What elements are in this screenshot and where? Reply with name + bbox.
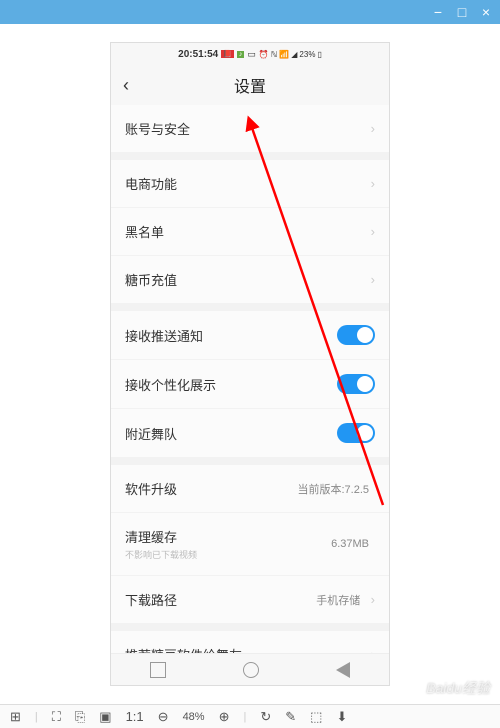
- setting-label: 下载路径: [125, 590, 177, 609]
- setting-blacklist[interactable]: 黑名单 ›: [111, 208, 389, 255]
- recent-apps-button[interactable]: [150, 662, 166, 678]
- close-button[interactable]: ×: [480, 6, 492, 18]
- setting-label: 推荐糖豆软件给舞友: [125, 645, 242, 653]
- setting-label: 接收推送通知: [125, 326, 203, 345]
- setting-push-notification[interactable]: 接收推送通知: [111, 311, 389, 359]
- status-right-icons: ⏰ ℕ 📶 ◢ 23% ▯: [259, 50, 322, 59]
- setting-account-security[interactable]: 账号与安全 ›: [111, 105, 389, 152]
- setting-label: 账号与安全: [125, 119, 190, 138]
- battery-icon: ▯: [317, 50, 321, 59]
- image-viewer-area: 20:51:54 📕 ♪ ▭ ⏰ ℕ 📶 ◢ 23% ▯ ‹ 设置 账号与安全 …: [0, 24, 500, 704]
- rotate-icon[interactable]: ↻: [260, 709, 271, 725]
- toggle-switch[interactable]: [337, 374, 375, 394]
- setting-label: 糖币充值: [125, 270, 177, 289]
- watermark: Baidu经验: [426, 678, 490, 698]
- app-header: ‹ 设置: [111, 65, 389, 105]
- setting-label: 电商功能: [125, 174, 177, 193]
- minimize-button[interactable]: −: [432, 6, 444, 18]
- chevron-right-icon: ›: [371, 224, 375, 239]
- maximize-button[interactable]: □: [456, 6, 468, 18]
- setting-download-path[interactable]: 下载路径 手机存储 ›: [111, 576, 389, 623]
- setting-label: 软件升级: [125, 479, 177, 498]
- download-icon[interactable]: ⬇: [336, 709, 347, 725]
- setting-recommend[interactable]: 推荐糖豆软件给舞友 ›: [111, 631, 389, 653]
- setting-personalized[interactable]: 接收个性化展示: [111, 360, 389, 408]
- settings-list: 账号与安全 › 电商功能 › 黑名单 › 糖币充值 › 接收推送通知 接收个性化…: [111, 105, 389, 653]
- back-nav-button[interactable]: [336, 662, 350, 678]
- setting-nearby[interactable]: 附近舞队: [111, 409, 389, 457]
- setting-sublabel: 不影响已下载视频: [125, 548, 197, 561]
- status-gallery-icon: ▭: [247, 49, 256, 60]
- chevron-right-icon: ›: [371, 121, 375, 136]
- home-button[interactable]: [243, 662, 259, 678]
- chevron-right-icon: ›: [371, 176, 375, 191]
- back-button[interactable]: ‹: [123, 75, 129, 96]
- zoom-in-icon[interactable]: ⊕: [219, 709, 230, 725]
- fit-icon[interactable]: ▣: [99, 709, 111, 725]
- toggle-switch[interactable]: [337, 325, 375, 345]
- chevron-right-icon: ›: [371, 592, 375, 607]
- divider: |: [244, 711, 247, 723]
- setting-label: 黑名单: [125, 222, 164, 241]
- page-title: 设置: [234, 73, 266, 97]
- crop-icon[interactable]: ⬚: [310, 709, 322, 725]
- signal-icon: 📶: [279, 50, 289, 59]
- chevron-right-icon: ›: [371, 272, 375, 287]
- chevron-right-icon: ›: [371, 647, 375, 653]
- nfc-icon: ℕ: [271, 50, 277, 59]
- actual-size-icon[interactable]: 1:1: [126, 709, 144, 724]
- setting-value: 手机存储: [316, 595, 360, 607]
- expand-icon[interactable]: ⛶: [52, 709, 61, 725]
- setting-value: 当前版本:7.2.5: [297, 481, 369, 497]
- alarm-icon: ⏰: [259, 50, 269, 59]
- battery-text: 23%: [299, 50, 315, 59]
- phone-status-bar: 20:51:54 📕 ♪ ▭ ⏰ ℕ 📶 ◢ 23% ▯: [111, 43, 389, 65]
- wifi-icon: ◢: [291, 50, 297, 59]
- status-time: 20:51:54: [178, 49, 218, 60]
- viewer-toolbar: ⊞ | ⛶ ⎘ ▣ 1:1 ⊖ 48% ⊕ | ↻ ✎ ⬚ ⬇: [0, 704, 500, 728]
- window-titlebar: − □ ×: [0, 0, 500, 24]
- setting-cache[interactable]: 清理缓存 不影响已下载视频 6.37MB: [111, 513, 389, 575]
- zoom-level: 48%: [183, 711, 205, 723]
- copy-icon[interactable]: ⎘: [75, 709, 85, 725]
- toggle-switch[interactable]: [337, 423, 375, 443]
- grid-icon[interactable]: ⊞: [10, 709, 21, 725]
- setting-ecommerce[interactable]: 电商功能 ›: [111, 160, 389, 207]
- phone-screenshot: 20:51:54 📕 ♪ ▭ ⏰ ℕ 📶 ◢ 23% ▯ ‹ 设置 账号与安全 …: [110, 42, 390, 686]
- setting-label: 附近舞队: [125, 424, 177, 443]
- divider: |: [35, 711, 38, 723]
- android-nav-bar: [111, 653, 389, 685]
- edit-icon[interactable]: ✎: [285, 709, 296, 725]
- setting-value: 6.37MB: [331, 538, 369, 550]
- setting-upgrade[interactable]: 软件升级 当前版本:7.2.5: [111, 465, 389, 512]
- zoom-out-icon[interactable]: ⊖: [158, 709, 169, 725]
- setting-label: 清理缓存: [125, 527, 197, 546]
- setting-recharge[interactable]: 糖币充值 ›: [111, 256, 389, 303]
- status-app-icon2: ♪: [237, 51, 245, 58]
- status-app-icon: 📕: [221, 50, 234, 58]
- setting-label: 接收个性化展示: [125, 375, 216, 394]
